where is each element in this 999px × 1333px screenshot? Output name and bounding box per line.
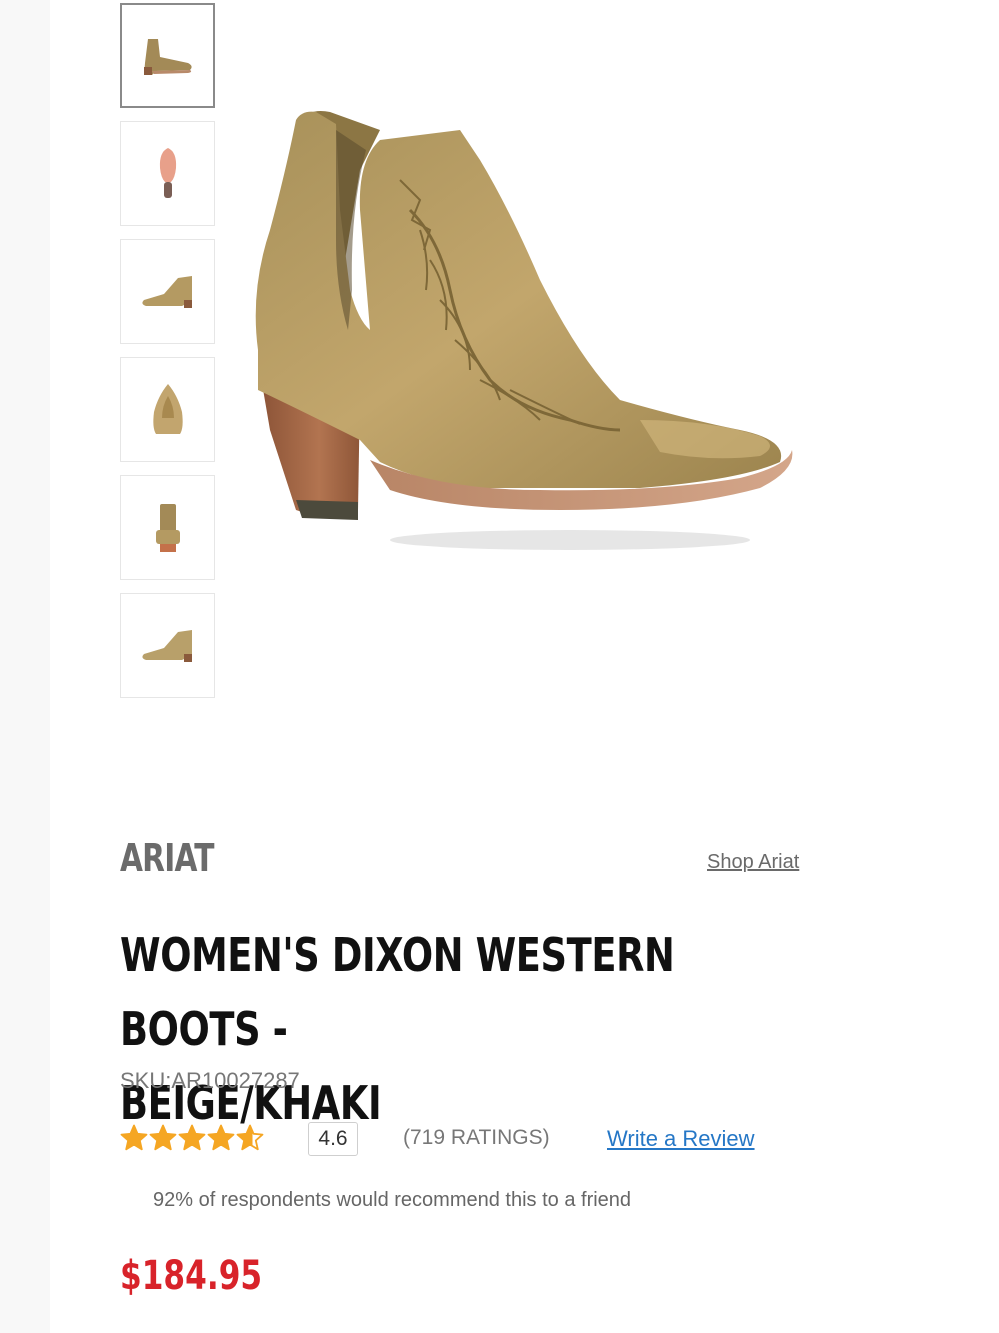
boot-thumbnail-icon — [143, 38, 192, 75]
thumbnail-5[interactable] — [120, 475, 215, 580]
product-page: ARIAT Shop Ariat WOMEN'S DIXON WESTERN B… — [0, 0, 999, 1333]
rating-value-badge: 4.6 — [308, 1122, 358, 1156]
product-title-line1: WOMEN'S DIXON WESTERN BOOTS - — [120, 928, 675, 1056]
star-half-icon — [236, 1124, 264, 1151]
ratings-count[interactable]: (719 RATINGS) — [403, 1126, 550, 1150]
shop-brand-link[interactable]: Shop Ariat — [707, 851, 799, 874]
sku-text: SKU:AR10027287 — [120, 1068, 300, 1093]
boot-back-thumbnail-icon — [155, 503, 180, 552]
thumbnail-gallery — [120, 3, 217, 711]
rating-row: 4.6 (719 RATINGS) Write a Review — [120, 1122, 840, 1158]
boot-image-icon — [255, 111, 793, 550]
brand-name: ARIAT — [120, 836, 215, 880]
boot-side-thumbnail-icon — [141, 275, 192, 308]
product-title: WOMEN'S DIXON WESTERN BOOTS - BEIGE/KHAK… — [120, 918, 808, 1140]
write-review-link[interactable]: Write a Review — [607, 1126, 755, 1152]
thumbnail-6[interactable] — [120, 593, 215, 698]
boot-front-thumbnail-icon — [152, 383, 183, 434]
boot-side-alt-thumbnail-icon — [141, 629, 192, 662]
star-full-icon — [178, 1124, 206, 1151]
price: $184.95 — [120, 1253, 263, 1299]
recommend-text: 92% of respondents would recommend this … — [153, 1189, 632, 1211]
star-full-icon — [149, 1124, 177, 1151]
thumbnail-4[interactable] — [120, 357, 215, 462]
star-rating[interactable] — [120, 1124, 264, 1152]
sole-thumbnail-icon — [159, 147, 176, 198]
star-full-icon — [120, 1124, 148, 1151]
thumbnail-1[interactable] — [120, 3, 215, 108]
thumbnail-3[interactable] — [120, 239, 215, 344]
star-full-icon — [207, 1124, 235, 1151]
thumbnail-2[interactable] — [120, 121, 215, 226]
main-product-image[interactable] — [240, 90, 810, 580]
